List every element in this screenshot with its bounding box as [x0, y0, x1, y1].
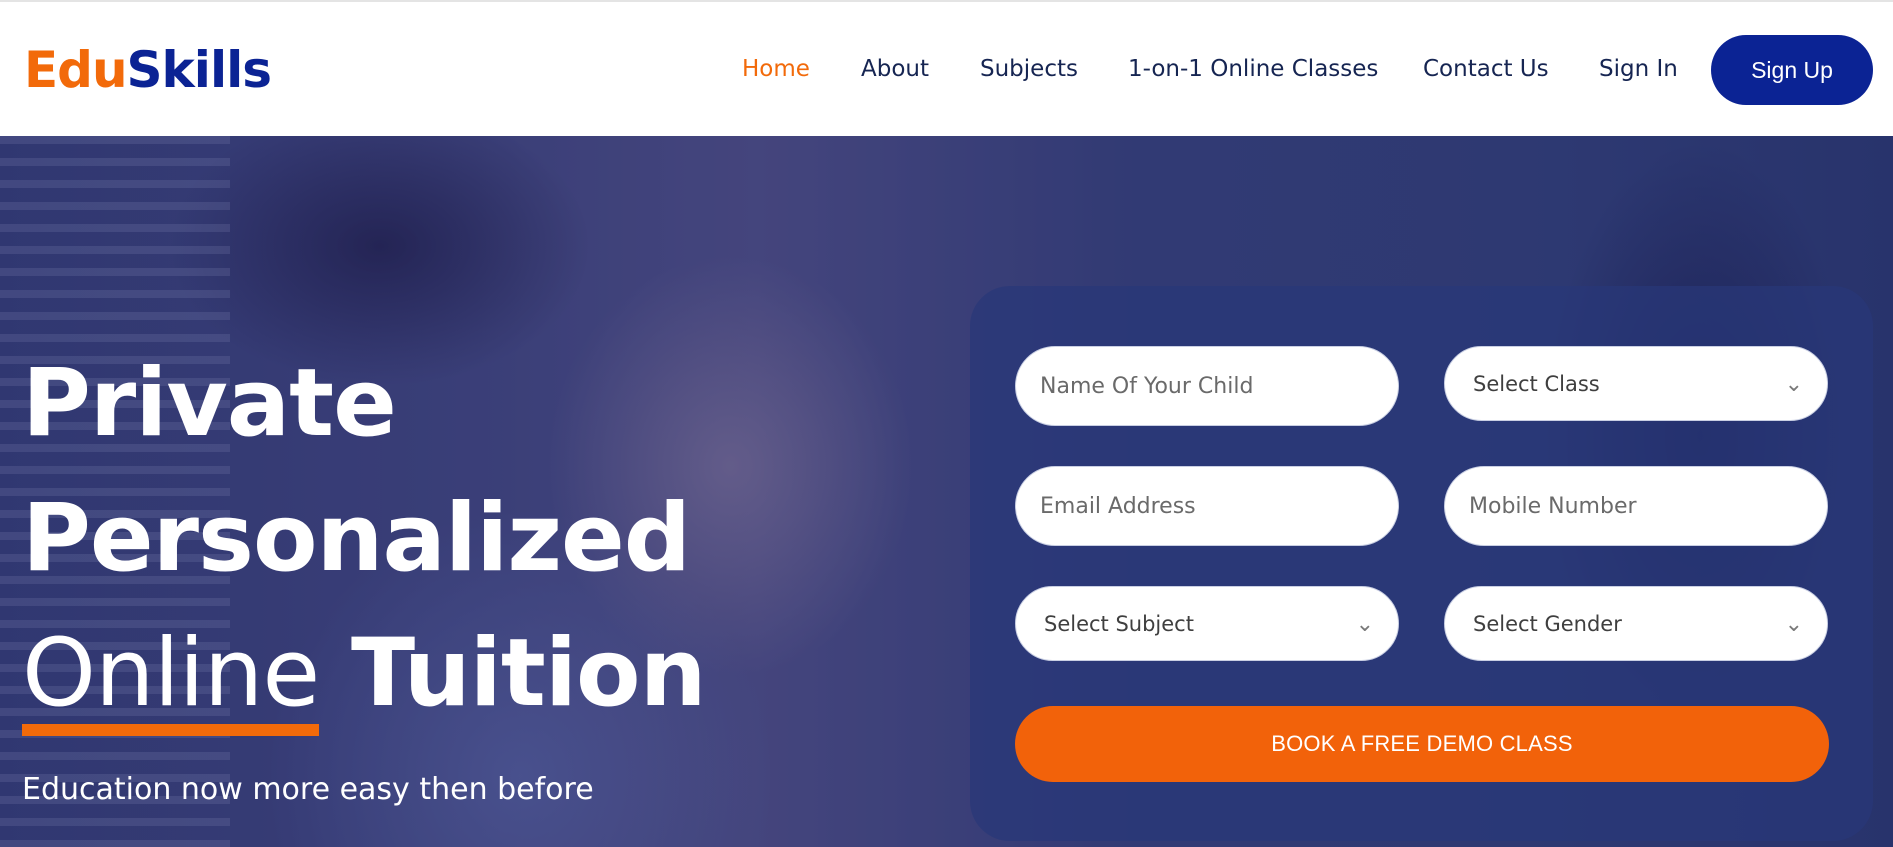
- main-nav: Home About Subjects 1-on-1 Online Classe…: [0, 2, 1893, 136]
- sign-up-button[interactable]: Sign Up: [1711, 35, 1873, 105]
- nav-about[interactable]: About: [861, 54, 929, 84]
- site-header: EduSkills Home About Subjects 1-on-1 Onl…: [0, 2, 1893, 136]
- nav-contact-us[interactable]: Contact Us: [1423, 54, 1549, 84]
- chevron-down-icon: ⌄: [1784, 612, 1803, 637]
- headline-line-2: Personalized: [22, 484, 691, 593]
- headline-line-1: Private: [22, 349, 397, 458]
- nav-sign-in[interactable]: Sign In: [1599, 54, 1678, 84]
- demo-booking-form: Select Class ⌄ Select Subject ⌄ Select G…: [970, 286, 1873, 841]
- headline-line-3-rest: Tuition: [350, 619, 707, 728]
- class-select[interactable]: Select Class ⌄: [1444, 346, 1828, 421]
- child-name-input[interactable]: [1015, 346, 1399, 426]
- hero-subline: Education now more easy then before: [22, 772, 594, 807]
- gender-select[interactable]: Select Gender ⌄: [1444, 586, 1828, 661]
- subject-select-value: Select Subject: [1044, 612, 1194, 636]
- book-demo-button[interactable]: BOOK A FREE DEMO CLASS: [1015, 706, 1829, 782]
- subject-select[interactable]: Select Subject ⌄: [1015, 586, 1399, 661]
- headline-underlined-word: Online: [22, 624, 320, 736]
- nav-home[interactable]: Home: [742, 54, 810, 84]
- nav-online-classes[interactable]: 1-on-1 Online Classes: [1128, 54, 1378, 84]
- nav-subjects[interactable]: Subjects: [980, 54, 1078, 84]
- class-select-value: Select Class: [1473, 372, 1600, 396]
- gender-select-value: Select Gender: [1473, 612, 1622, 636]
- hero-section: Private Personalized Online Tuition Educ…: [0, 136, 1893, 847]
- headline-line-3: Online Tuition: [22, 606, 707, 741]
- mobile-input[interactable]: [1444, 466, 1828, 546]
- email-input[interactable]: [1015, 466, 1399, 546]
- hero-headline: Private Personalized Online Tuition: [22, 336, 707, 741]
- chevron-down-icon: ⌄: [1355, 612, 1374, 637]
- chevron-down-icon: ⌄: [1784, 372, 1803, 397]
